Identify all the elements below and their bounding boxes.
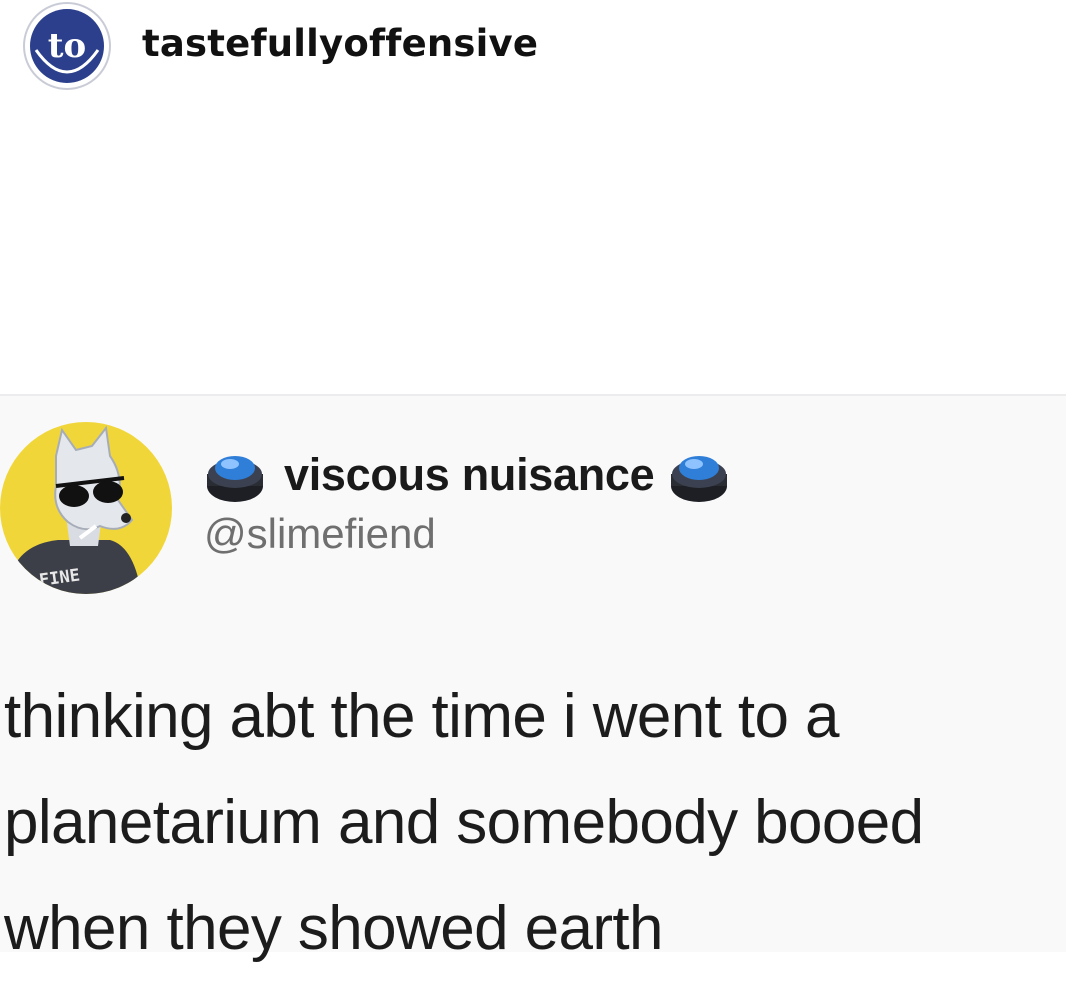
blue-button-icon [207,456,263,502]
tweet-text-line: planetarium and somebody booed [4,788,924,857]
wolf-avatar-image: FINE [0,422,172,594]
account-username[interactable]: tastefullyoffensive [142,22,538,65]
tweet-handle[interactable]: @slimefiend [204,510,436,558]
account-avatar[interactable]: to [22,2,112,90]
post-header: to tastefullyoffensive [0,0,1066,96]
tweet-screenshot: FINE viscous nuisance @slimefiend thinki… [0,394,1066,963]
tweet-avatar: FINE [0,416,176,598]
account-avatar-logo: to [23,2,111,90]
tweet-display-name[interactable]: viscous nuisance [284,449,655,501]
tweet-text-line: when they showed earth [4,894,664,963]
tweet-author-row: viscous nuisance [204,444,730,506]
account-avatar-letters: to [48,26,86,66]
tweet-text-line: thinking abt the time i went to a [4,682,840,751]
blue-button-icon [671,456,728,502]
tweet-body: thinking abt the time i went to a planet… [4,664,1066,982]
